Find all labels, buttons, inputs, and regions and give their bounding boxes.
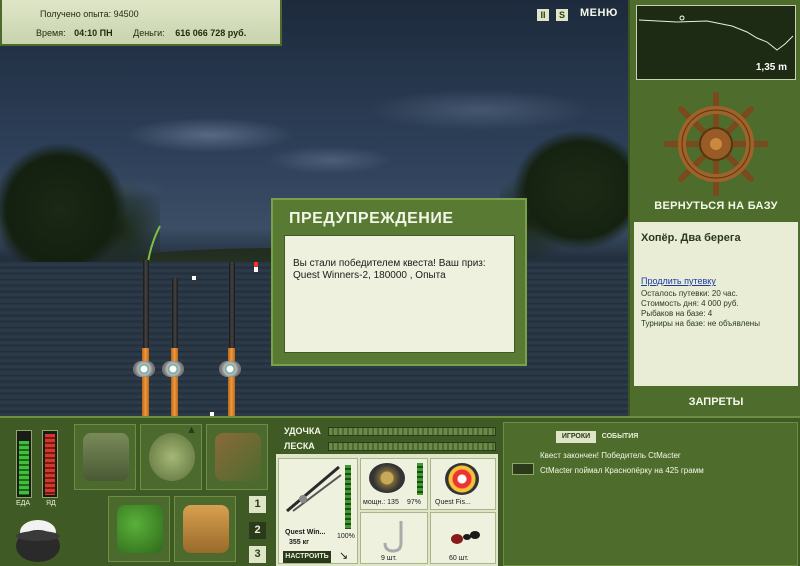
dialog-message: Вы стали победителем квеста! Ваш приз: Q… bbox=[293, 258, 486, 281]
event-message-2: CtMacter поймал Краснопёрку на 425 грамм bbox=[540, 466, 704, 475]
float-marker bbox=[254, 262, 258, 272]
anglers-count: Рыбаков на базе: 4 bbox=[641, 309, 713, 318]
setup-button[interactable]: НАСТРОИТЬ bbox=[283, 551, 331, 563]
line-stress-bar bbox=[328, 442, 496, 451]
rod-name: Quest Win... bbox=[285, 529, 326, 536]
rod-2-handle[interactable] bbox=[171, 348, 178, 416]
inventory-page-1[interactable]: 1 bbox=[249, 496, 266, 513]
rod-1[interactable] bbox=[143, 260, 149, 350]
time-label: Время: bbox=[36, 28, 66, 38]
vegetable-basket-icon bbox=[117, 505, 163, 553]
reel-power: мощн.: 135 bbox=[363, 499, 399, 506]
line-name: Quest Fis... bbox=[435, 499, 471, 506]
ship-wheel-icon[interactable] bbox=[664, 92, 768, 196]
rod-3-reel[interactable] bbox=[219, 361, 241, 377]
status-meters: ЕДА ЯД bbox=[10, 430, 68, 520]
tackle-grid: 100% Quest Win... 355 кг НАСТРОИТЬ ↘ мощ… bbox=[276, 456, 498, 566]
inventory-slot-tackle-box[interactable] bbox=[74, 424, 136, 490]
menu-button[interactable]: МЕНЮ bbox=[580, 7, 618, 19]
pause-button[interactable]: II bbox=[537, 9, 549, 21]
poison-meter-fill bbox=[45, 434, 55, 495]
depth-value: 1,35 m bbox=[755, 62, 787, 73]
rod-2-reel[interactable] bbox=[162, 361, 184, 377]
rod-1-handle[interactable] bbox=[142, 348, 149, 416]
rod-icon bbox=[286, 465, 342, 513]
arrow-up-icon: ▲ bbox=[186, 424, 197, 436]
dialog-title: ПРЕДУПРЕЖДЕНИЕ bbox=[289, 210, 454, 227]
landing-net-icon bbox=[215, 433, 261, 481]
bottom-panel: ЕДА ЯД ▲ 1 2 3 УДОЧКА ЛЕСКА 100% Quest W… bbox=[0, 416, 800, 566]
tournaments-status: Турниры на базе: не объявлены bbox=[641, 319, 760, 328]
bait-slot[interactable]: 60 шт. bbox=[430, 512, 496, 564]
rod-condition: 100% bbox=[337, 533, 355, 540]
rod-weight: 355 кг bbox=[289, 539, 310, 546]
inventory-slot-vegetables[interactable] bbox=[108, 496, 170, 562]
money-label: Деньги: bbox=[133, 28, 165, 38]
hook-slot[interactable]: 9 шт. bbox=[360, 512, 428, 564]
bans-button[interactable]: ЗАПРЕТЫ bbox=[630, 396, 800, 408]
bait-bag-icon bbox=[149, 433, 195, 481]
trees-left bbox=[0, 120, 160, 280]
tackle-box-icon bbox=[83, 433, 129, 481]
tackle-panel: УДОЧКА ЛЕСКА 100% Quest Win... 355 кг НА… bbox=[276, 422, 498, 566]
time-money-row: Время: 04:10 ПН Деньги: 616 066 728 руб. bbox=[36, 28, 264, 38]
inventory-page-2[interactable]: 2 bbox=[249, 522, 266, 539]
rod-3[interactable] bbox=[229, 262, 235, 350]
line-stress-label: ЛЕСКА bbox=[284, 441, 315, 451]
tackle-status-bars: УДОЧКА ЛЕСКА bbox=[276, 422, 498, 454]
tab-events[interactable]: СОБЫТИЯ bbox=[600, 431, 640, 443]
reel-condition: 97% bbox=[407, 499, 422, 506]
reel-condition-bar bbox=[417, 463, 423, 495]
permit-hours-left: Осталось путевки: 20 час. bbox=[641, 289, 738, 298]
hook-count: 9 шт. bbox=[381, 555, 397, 562]
bobber-1 bbox=[192, 276, 196, 280]
tab-players[interactable]: ИГРОКИ bbox=[556, 431, 596, 443]
sound-button[interactable]: S bbox=[556, 9, 568, 21]
bait-count: 60 шт. bbox=[449, 555, 469, 562]
poison-meter bbox=[42, 430, 58, 498]
wooden-bucket-icon bbox=[183, 505, 229, 553]
extend-permit-link[interactable]: Продлить путевку bbox=[641, 276, 791, 286]
xp-text: Получено опыта: 94500 bbox=[40, 9, 139, 19]
bait-ant-icon bbox=[451, 531, 480, 544]
cooking-pot-icon[interactable] bbox=[14, 514, 62, 564]
rod-condition-bar bbox=[345, 465, 351, 529]
hud-info-panel: Получено опыта: 94500 Время: 04:10 ПН Де… bbox=[0, 0, 282, 46]
dialog-message-box: Вы стали победителем квеста! Ваш приз: Q… bbox=[284, 235, 515, 353]
inventory-page-3[interactable]: 3 bbox=[249, 546, 266, 563]
return-to-base-button[interactable]: ВЕРНУТЬСЯ НА БАЗУ bbox=[630, 200, 800, 212]
location-title: Хопёр. Два берега bbox=[641, 232, 741, 244]
reel-slot[interactable]: мощн.: 135 97% bbox=[360, 458, 428, 510]
inventory-slot-bucket[interactable] bbox=[174, 496, 236, 562]
right-panel: 1,35 m ВЕРНУТЬСЯ НА БАЗУ Хопёр. Два бере… bbox=[628, 0, 800, 416]
line-spool-icon bbox=[445, 463, 479, 495]
rod-stress-bar bbox=[328, 427, 496, 436]
line-slot[interactable]: Quest Fis... bbox=[430, 458, 496, 510]
poison-label: ЯД bbox=[46, 500, 56, 507]
day-cost: Стоимость дня: 4 000 руб. bbox=[641, 299, 739, 308]
food-label: ЕДА bbox=[16, 500, 31, 507]
rod-slot[interactable]: 100% Quest Win... 355 кг НАСТРОИТЬ ↘ bbox=[278, 458, 358, 564]
fish-icon bbox=[512, 463, 534, 475]
rod-1-reel[interactable] bbox=[133, 361, 155, 377]
warning-dialog[interactable]: ПРЕДУПРЕЖДЕНИЕ Вы стали победителем квес… bbox=[271, 198, 527, 366]
rod-2[interactable] bbox=[172, 278, 178, 350]
rod-3-handle[interactable] bbox=[228, 348, 235, 416]
hook-icon bbox=[383, 521, 403, 553]
time-value: 04:10 ПН bbox=[74, 28, 113, 38]
money-value: 616 066 728 руб. bbox=[175, 28, 247, 38]
depth-chart: 1,35 m bbox=[636, 5, 796, 80]
reel-icon bbox=[369, 463, 405, 493]
events-panel: ИГРОКИ СОБЫТИЯ Квест закончен! Победител… bbox=[503, 422, 798, 566]
food-meter bbox=[16, 430, 32, 498]
location-panel: Хопёр. Два берега Продлить путевку Остал… bbox=[634, 222, 798, 386]
rod-stress-label: УДОЧКА bbox=[284, 426, 321, 436]
food-meter-fill bbox=[19, 441, 29, 495]
event-message-1: Квест закончен! Победитель CtMacter bbox=[540, 451, 681, 460]
arrow-diagonal-icon: ↘ bbox=[339, 550, 349, 562]
inventory-slot-landing-net[interactable] bbox=[206, 424, 268, 490]
